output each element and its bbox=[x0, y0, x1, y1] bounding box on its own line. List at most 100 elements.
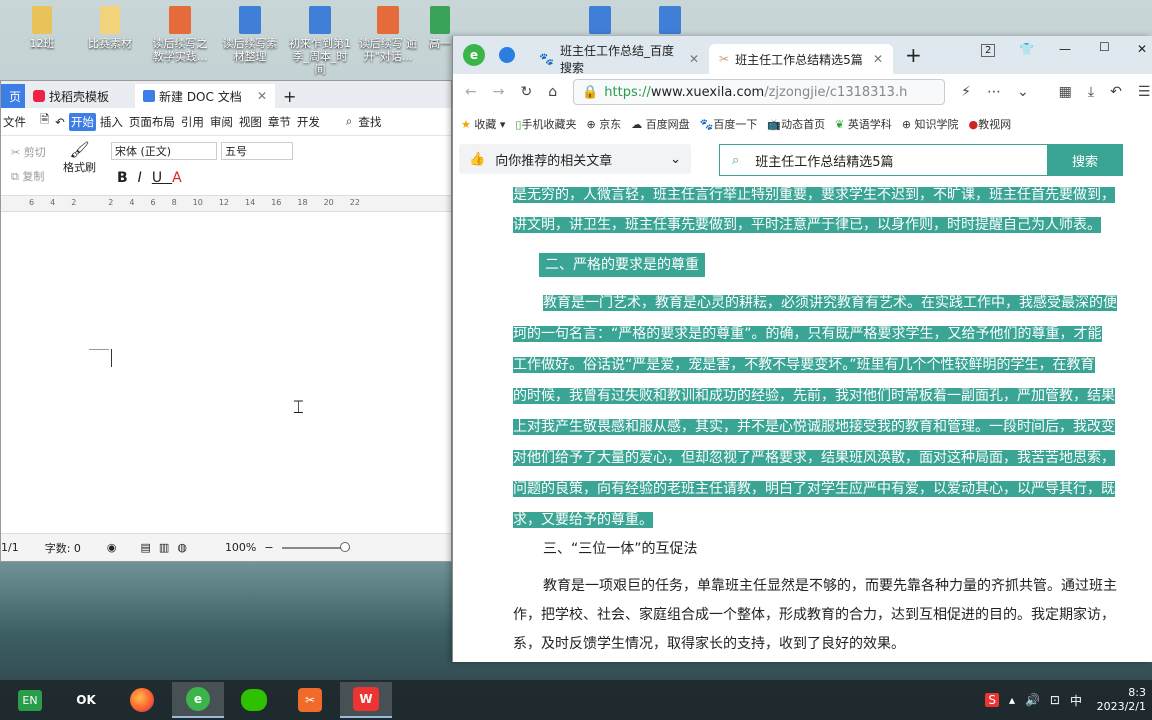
taskbar-browser[interactable]: e bbox=[172, 682, 224, 718]
close-icon[interactable]: ✕ bbox=[689, 52, 699, 66]
browser-tab-baidu[interactable]: 🐾 班主任工作总结_百度搜索 ✕ bbox=[529, 44, 709, 75]
taskbar-obs[interactable]: OK bbox=[60, 682, 112, 718]
bookmark-mobile[interactable]: ▯手机收藏夹 bbox=[515, 116, 576, 132]
bookmark-jd[interactable]: ⊕ 京东 bbox=[586, 116, 621, 132]
font-select[interactable]: 宋体 (正文) bbox=[111, 142, 217, 160]
format-painter-button[interactable]: 🖌 格式刷 bbox=[63, 140, 96, 175]
close-icon[interactable]: ✕ bbox=[873, 52, 883, 66]
send-icon[interactable] bbox=[499, 47, 515, 63]
italic-button[interactable]: I bbox=[138, 170, 152, 186]
bookmark-pan[interactable]: ☁ 百度网盘 bbox=[631, 116, 690, 132]
save-icon[interactable]: 🗎 bbox=[38, 111, 51, 132]
menu-layout[interactable]: 页面布局 bbox=[127, 113, 177, 131]
bookmark-dynamic[interactable]: 📺动态首页 bbox=[767, 116, 825, 132]
desktop-icon-doc1[interactable]: 读后续写素材整理 bbox=[218, 6, 282, 63]
chevron-down-icon[interactable]: ⌄ bbox=[1017, 84, 1029, 100]
star-icon: ★ bbox=[461, 118, 471, 131]
search-icon[interactable]: ⌕ bbox=[344, 113, 354, 130]
more-icon[interactable]: ⋯ bbox=[987, 84, 1001, 100]
menu-start[interactable]: 开始 bbox=[68, 112, 96, 131]
network-icon[interactable]: ⊡ bbox=[1050, 693, 1060, 707]
new-tab-button[interactable]: + bbox=[275, 84, 304, 108]
maximize-button[interactable]: ☐ bbox=[1099, 40, 1110, 54]
search-button[interactable]: 搜索 bbox=[1047, 144, 1123, 176]
zoom-slider[interactable] bbox=[281, 541, 350, 552]
bookmark-baidu[interactable]: 🐾百度一下 bbox=[700, 116, 758, 132]
copy-button[interactable]: ⧉ 复制 bbox=[11, 168, 44, 184]
close-icon[interactable]: ✕ bbox=[257, 89, 267, 103]
wps-tray-icon[interactable]: S bbox=[985, 693, 999, 707]
obs-icon: OK bbox=[76, 693, 96, 707]
minimize-button[interactable]: — bbox=[1059, 42, 1071, 56]
menu-file[interactable]: 文件 bbox=[1, 113, 28, 131]
menu-icon[interactable]: ☰ bbox=[1138, 84, 1151, 100]
size-select[interactable]: 五号 bbox=[221, 142, 293, 160]
find-button[interactable]: 查找 bbox=[356, 113, 383, 131]
menu-chapter[interactable]: 章节 bbox=[266, 113, 293, 131]
bookmark-jiaoshi[interactable]: ●教视网 bbox=[969, 116, 1012, 132]
reload-icon[interactable]: ↻ bbox=[520, 84, 532, 100]
font-color-button[interactable]: A bbox=[172, 170, 192, 186]
bookmark-star[interactable]: ★ 收藏 ▾ bbox=[461, 116, 505, 132]
wps-tab-template[interactable]: 找稻壳模板 bbox=[25, 84, 135, 108]
browser-tab-active[interactable]: ✂ 班主任工作总结精选5篇 ✕ bbox=[709, 44, 893, 74]
tray-chevron-icon[interactable]: ▴ bbox=[1009, 693, 1015, 707]
address-bar[interactable]: 🔒 https://www.xuexila.com/zjzongjie/c131… bbox=[573, 79, 946, 105]
clock[interactable]: 8:3 2023/2/1 bbox=[1092, 686, 1146, 714]
doc-icon bbox=[309, 6, 331, 34]
taskbar-input-method[interactable]: EN bbox=[4, 682, 56, 718]
undo-icon[interactable]: ↶ bbox=[1110, 84, 1122, 100]
browser-logo-icon[interactable]: e bbox=[463, 44, 485, 66]
taskbar-firefox[interactable] bbox=[116, 682, 168, 718]
apps-grid-icon[interactable]: ▦ bbox=[1059, 84, 1072, 100]
lightning-icon[interactable]: ⚡ bbox=[961, 84, 971, 100]
home-icon[interactable]: ⌂ bbox=[548, 84, 557, 100]
menu-insert[interactable]: 插入 bbox=[98, 113, 125, 131]
forward-icon[interactable]: → bbox=[493, 84, 505, 100]
taskbar-wechat[interactable] bbox=[228, 682, 280, 718]
close-window-button[interactable]: ✕ bbox=[1137, 42, 1147, 56]
globe-icon: ⊕ bbox=[901, 118, 912, 131]
doc-icon bbox=[589, 6, 611, 34]
desktop-icon-file[interactable]: 比赛素材 bbox=[78, 6, 142, 50]
menu-developer[interactable]: 开发 bbox=[295, 113, 322, 131]
new-tab-button[interactable]: + bbox=[905, 43, 922, 67]
zoom-level[interactable]: 100% bbox=[225, 541, 256, 554]
xls-icon bbox=[430, 6, 450, 34]
download-icon[interactable]: ⤓ bbox=[1088, 84, 1094, 100]
bookmark-english[interactable]: ❦ 英语学科 bbox=[835, 116, 892, 132]
wps-tab-home[interactable]: 页 bbox=[1, 84, 25, 108]
page-view-icon[interactable]: ▤ bbox=[141, 541, 151, 554]
back-icon[interactable]: ← bbox=[465, 84, 477, 100]
taskbar-editor[interactable]: ✂ bbox=[284, 682, 336, 718]
desktop-icon-ppt1[interactable]: 读后续写之教学实践... bbox=[148, 6, 212, 63]
bookmarks-bar: ★ 收藏 ▾ ▯手机收藏夹 ⊕ 京东 ☁ 百度网盘 🐾百度一下 📺动态首页 ❦ … bbox=[453, 110, 1152, 138]
eye-icon[interactable]: ◉ bbox=[107, 541, 117, 554]
bookmark-knowledge[interactable]: ⊕ 知识学院 bbox=[902, 116, 959, 132]
tab-count-icon[interactable]: 2 bbox=[981, 44, 996, 57]
site-search-input[interactable]: ⌕ 班主任工作总结精选5篇 bbox=[719, 144, 1049, 176]
desktop-icon-doc4 bbox=[640, 6, 700, 37]
word-count[interactable]: 字数: 0 bbox=[45, 540, 81, 556]
desktop-icon-doc2[interactable]: 初来乍到第1季_周本_时间 bbox=[288, 6, 352, 76]
desktop-icon-ppt2[interactable]: 读后续写 逾开"对话... bbox=[356, 6, 420, 63]
underline-button[interactable]: U bbox=[152, 170, 172, 186]
menu-view[interactable]: 视图 bbox=[237, 113, 264, 131]
undo-icon[interactable]: ↶ bbox=[53, 114, 67, 130]
wps-tab-document[interactable]: 新建 DOC 文档 ✕ bbox=[135, 84, 275, 108]
cut-button[interactable]: ✂ 剪切 bbox=[11, 144, 46, 160]
wps-icon: W bbox=[353, 687, 379, 711]
ime-icon[interactable]: 中 bbox=[1070, 692, 1082, 709]
document-page[interactable]: ⌶ bbox=[1, 257, 451, 522]
recommend-dropdown[interactable]: 👍 向你推荐的相关文章 ⌄ bbox=[459, 144, 691, 174]
menu-review[interactable]: 审阅 bbox=[208, 113, 235, 131]
menu-references[interactable]: 引用 bbox=[179, 113, 206, 131]
volume-icon[interactable]: 🔊 bbox=[1025, 693, 1040, 707]
book-view-icon[interactable]: ▥ bbox=[159, 541, 169, 554]
web-view-icon[interactable]: ◍ bbox=[177, 541, 187, 554]
taskbar-wps[interactable]: W bbox=[340, 682, 392, 718]
desktop-icon-folder[interactable]: 12班 bbox=[10, 6, 74, 50]
zoom-out-button[interactable]: − bbox=[264, 541, 273, 554]
shirt-icon[interactable]: 👕 bbox=[1019, 42, 1034, 56]
bold-button[interactable]: B bbox=[117, 170, 138, 186]
